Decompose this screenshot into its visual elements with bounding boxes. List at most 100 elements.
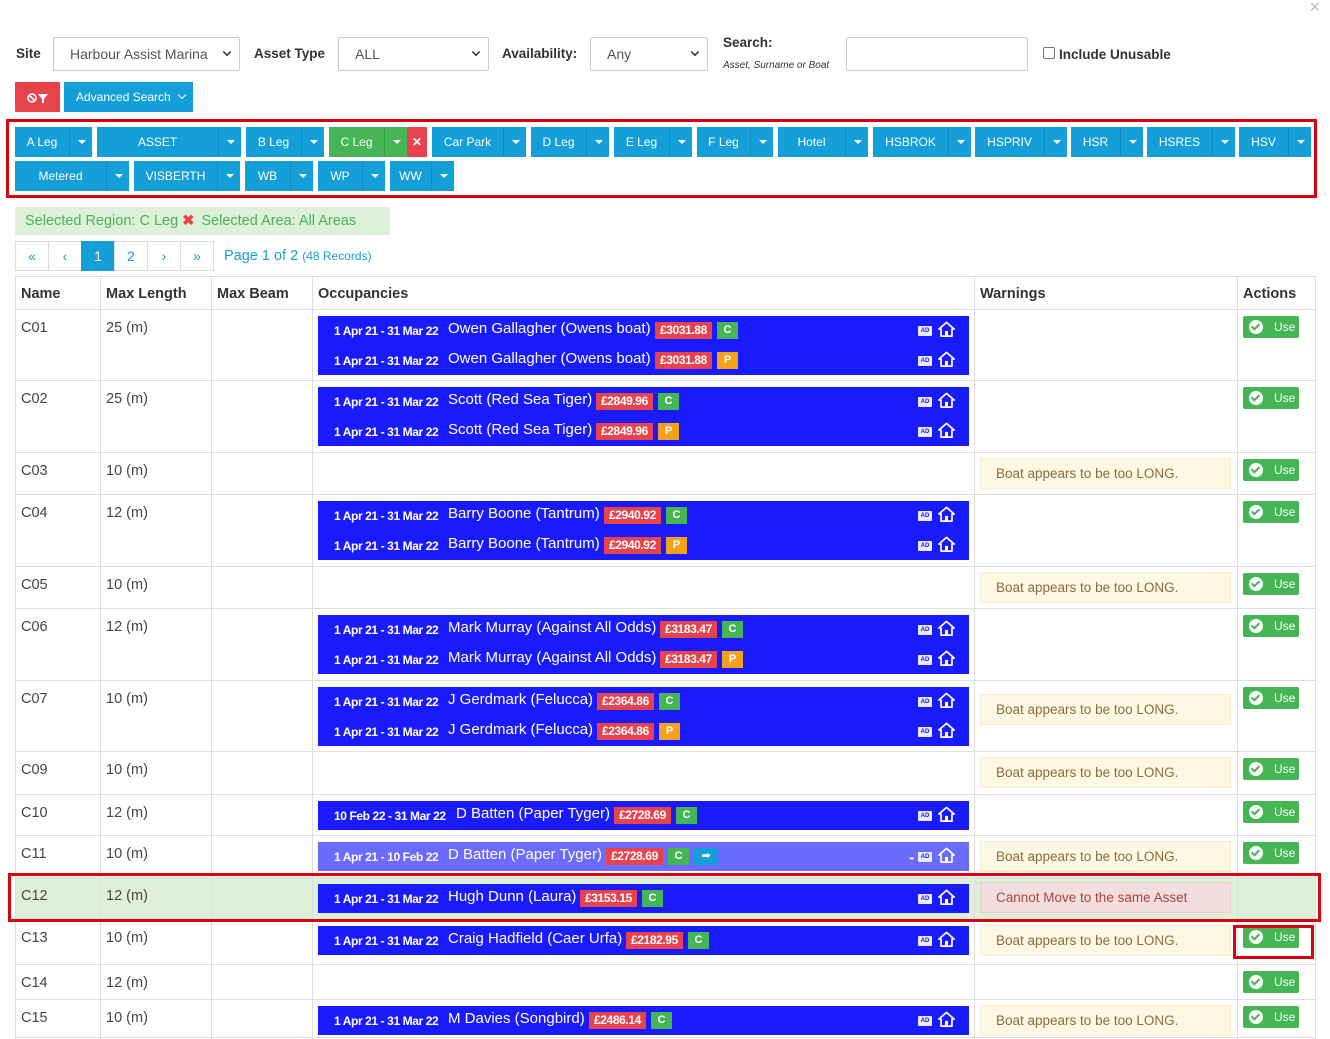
- site-select[interactable]: Harbour Assist Marina: [53, 37, 240, 71]
- caret-down-icon[interactable]: [384, 127, 407, 157]
- occupancy-block[interactable]: 1 Apr 21 - 31 Mar 22 J Gerdmark (Felucca)…: [318, 687, 969, 746]
- caret-down-icon[interactable]: [586, 127, 609, 157]
- region-button-b-leg[interactable]: B Leg: [246, 127, 324, 157]
- home-icon[interactable]: [938, 321, 955, 338]
- home-icon[interactable]: [938, 931, 955, 948]
- use-button[interactable]: Use: [1243, 615, 1299, 637]
- asset-type-select[interactable]: ALL: [338, 37, 489, 71]
- region-button-hsres[interactable]: HSRES: [1147, 127, 1235, 157]
- region-button-f-leg[interactable]: F Leg: [697, 127, 773, 157]
- use-button[interactable]: Use: [1243, 573, 1299, 595]
- ad-icon[interactable]: AD: [918, 936, 932, 946]
- close-icon[interactable]: ×: [1309, 0, 1320, 16]
- region-button-asset-inspections[interactable]: ASSET INSPECTIONS: [97, 127, 241, 179]
- region-button-d-leg[interactable]: D Leg: [531, 127, 609, 157]
- home-icon[interactable]: [938, 506, 955, 523]
- caret-down-icon[interactable]: [1288, 127, 1311, 157]
- occupancy-block[interactable]: 1 Apr 21 - 31 Mar 22 M Davies (Songbird) £…: [318, 1006, 969, 1035]
- use-button[interactable]: Use: [1243, 1006, 1299, 1028]
- occupancy-line[interactable]: 1 Apr 21 - 31 Mar 22 Craig Hadfield (Caer…: [318, 925, 969, 955]
- region-button-hsbrok[interactable]: HSBROK: [873, 127, 971, 157]
- occupancy-block[interactable]: 1 Apr 21 - 31 Mar 22 Barry Boone (Tantrum…: [318, 501, 969, 560]
- page-2-button[interactable]: 2: [114, 241, 148, 271]
- caret-down-icon[interactable]: [750, 127, 773, 157]
- region-button-visberth[interactable]: VISBERTH: [134, 161, 240, 191]
- region-deselect-button[interactable]: ✕: [407, 127, 427, 157]
- home-icon[interactable]: [938, 620, 955, 637]
- use-button[interactable]: Use: [1243, 758, 1299, 780]
- home-icon[interactable]: [938, 722, 955, 739]
- page-next-button[interactable]: ›: [147, 241, 181, 271]
- caret-down-icon[interactable]: [1120, 127, 1143, 157]
- use-button[interactable]: Use: [1243, 842, 1299, 864]
- home-icon[interactable]: [938, 351, 955, 368]
- ad-icon[interactable]: AD: [918, 727, 932, 737]
- page-prev-button[interactable]: ‹: [48, 241, 82, 271]
- use-button[interactable]: Use: [1243, 387, 1299, 409]
- occupancy-block[interactable]: 10 Feb 22 - 31 Mar 22 D Batten (Paper Tyg…: [318, 801, 969, 830]
- use-button[interactable]: Use: [1243, 501, 1299, 523]
- region-button-c-leg[interactable]: C Leg: [329, 127, 407, 157]
- ad-icon[interactable]: AD: [918, 625, 932, 635]
- use-button[interactable]: Use: [1243, 687, 1299, 709]
- region-button-a-leg[interactable]: A Leg: [15, 127, 92, 157]
- caret-down-icon[interactable]: [845, 127, 868, 157]
- ad-icon[interactable]: AD: [918, 397, 932, 407]
- region-button-metered-services[interactable]: Metered Services: [15, 161, 129, 213]
- availability-select[interactable]: Any: [590, 37, 708, 71]
- occupancy-line[interactable]: 1 Apr 21 - 31 Mar 22 Barry Boone (Tantrum…: [318, 530, 969, 560]
- home-icon[interactable]: [938, 847, 955, 864]
- region-button-hsr[interactable]: HSR: [1071, 127, 1143, 157]
- occupancy-line[interactable]: 10 Feb 22 - 31 Mar 22 D Batten (Paper Tyg…: [318, 800, 969, 830]
- home-icon[interactable]: [938, 392, 955, 409]
- use-button[interactable]: Use: [1243, 316, 1299, 338]
- caret-down-icon[interactable]: [1044, 127, 1067, 157]
- region-button-hspriv[interactable]: HSPRIV: [975, 127, 1067, 157]
- occupancy-line[interactable]: 1 Apr 21 - 31 Mar 22 J Gerdmark (Felucca)…: [318, 716, 969, 746]
- occupancy-block[interactable]: 1 Apr 21 - 31 Mar 22 Scott (Red Sea Tiger…: [318, 387, 969, 446]
- caret-down-icon[interactable]: [431, 161, 454, 191]
- region-button-wb[interactable]: WB: [245, 161, 313, 191]
- region-button-hotel-rooms[interactable]: Hotel Rooms: [778, 127, 868, 179]
- caret-down-icon[interactable]: [362, 161, 385, 191]
- occupancy-line[interactable]: 1 Apr 21 - 31 Mar 22 Mark Murray (Against…: [318, 614, 969, 644]
- page-1-button[interactable]: 1: [81, 241, 115, 271]
- occupancy-line[interactable]: 1 Apr 21 - 31 Mar 22 Barry Boone (Tantrum…: [318, 500, 969, 530]
- ad-icon[interactable]: AD: [918, 326, 932, 336]
- caret-down-icon[interactable]: [301, 127, 324, 157]
- clear-filter-button[interactable]: [15, 82, 60, 112]
- caret-down-icon[interactable]: [69, 127, 92, 157]
- caret-down-icon[interactable]: [106, 161, 129, 191]
- ad-icon[interactable]: AD: [918, 1016, 932, 1026]
- occupancy-line[interactable]: 1 Apr 21 - 31 Mar 22 Mark Murray (Against…: [318, 644, 969, 674]
- home-icon[interactable]: [938, 806, 955, 823]
- page-last-button[interactable]: »: [180, 241, 214, 271]
- ad-icon[interactable]: AD: [918, 655, 932, 665]
- home-icon[interactable]: [938, 422, 955, 439]
- page-first-button[interactable]: «: [15, 241, 49, 271]
- caret-down-icon[interactable]: [217, 161, 240, 191]
- caret-down-icon[interactable]: [218, 127, 241, 157]
- occupancy-line[interactable]: 1 Apr 21 - 10 Feb 22 D Batten (Paper Tyge…: [318, 841, 969, 871]
- ad-icon[interactable]: AD: [918, 541, 932, 551]
- occupancy-line[interactable]: 1 Apr 21 - 31 Mar 22 Owen Gallagher (Owen…: [318, 315, 969, 345]
- occupancy-block[interactable]: 1 Apr 21 - 31 Mar 22 Mark Murray (Against…: [318, 615, 969, 674]
- include-unusable-checkbox[interactable]: [1043, 47, 1055, 59]
- occupancy-line[interactable]: 1 Apr 21 - 31 Mar 22 Scott (Red Sea Tiger…: [318, 386, 969, 416]
- home-icon[interactable]: [938, 1011, 955, 1028]
- region-button-ww[interactable]: WW: [390, 161, 454, 191]
- caret-down-icon[interactable]: [669, 127, 692, 157]
- use-button[interactable]: Use: [1243, 971, 1299, 993]
- search-input[interactable]: [846, 37, 1028, 71]
- region-button-hsv[interactable]: HSV: [1239, 127, 1311, 157]
- ad-icon[interactable]: AD: [918, 852, 932, 862]
- region-button-wp[interactable]: WP: [318, 161, 385, 191]
- ad-icon[interactable]: AD: [918, 697, 932, 707]
- occupancy-line[interactable]: 1 Apr 21 - 31 Mar 22 M Davies (Songbird) £…: [318, 1005, 969, 1035]
- caret-down-icon[interactable]: [503, 127, 526, 157]
- occupancy-line[interactable]: 1 Apr 21 - 31 Mar 22 Owen Gallagher (Owen…: [318, 345, 969, 375]
- occupancy-line[interactable]: 1 Apr 21 - 31 Mar 22 Scott (Red Sea Tiger…: [318, 416, 969, 446]
- ad-icon[interactable]: AD: [918, 511, 932, 521]
- use-button[interactable]: Use: [1243, 459, 1299, 481]
- region-button-car-park[interactable]: Car Park: [432, 127, 526, 157]
